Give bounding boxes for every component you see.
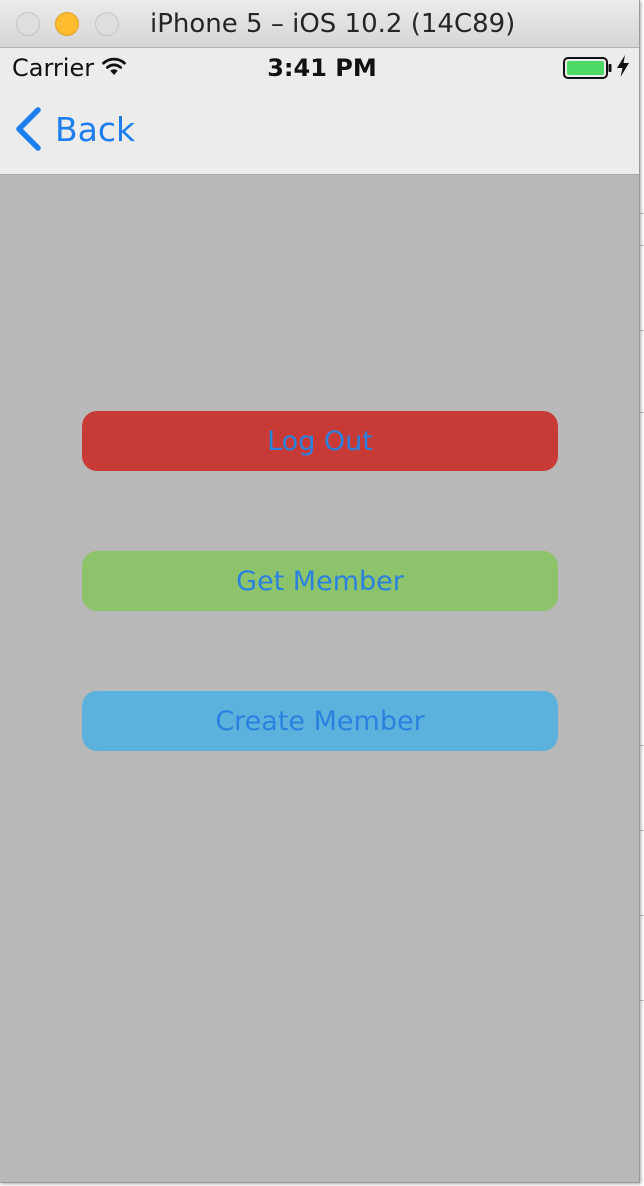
create-member-button[interactable]: Create Member <box>82 691 558 751</box>
window-title: iPhone 5 – iOS 10.2 (14C89) <box>150 9 516 39</box>
window-titlebar[interactable]: iPhone 5 – iOS 10.2 (14C89) <box>0 0 639 48</box>
close-window-button[interactable] <box>16 12 40 36</box>
ios-status-bar: Carrier 3:41 PM <box>0 48 639 86</box>
get-member-button[interactable]: Get Member <box>82 551 558 611</box>
status-time: 3:41 PM <box>267 54 377 82</box>
background-edge-mark <box>640 245 644 246</box>
battery-icon <box>563 57 612 79</box>
simulator-window: iPhone 5 – iOS 10.2 (14C89) Carrier 3:41… <box>0 0 640 1183</box>
background-edge-mark <box>640 213 644 214</box>
charging-bolt-icon <box>617 55 629 77</box>
background-edge-mark <box>640 412 644 413</box>
background-edge-mark <box>640 745 644 746</box>
chevron-left-icon <box>16 107 41 151</box>
minimize-window-button[interactable] <box>55 12 79 36</box>
back-button[interactable]: Back <box>14 106 135 152</box>
background-edge-mark <box>640 1000 644 1001</box>
log-out-button[interactable]: Log Out <box>82 411 558 471</box>
zoom-window-button[interactable] <box>95 12 119 36</box>
background-edge <box>640 0 644 1186</box>
background-edge-mark <box>640 830 644 831</box>
background-edge-mark <box>640 330 644 331</box>
main-content: Log Out Get Member Create Member <box>0 175 639 1182</box>
background-edge-mark <box>640 915 644 916</box>
back-button-label: Back <box>55 109 136 149</box>
navigation-bar: Back <box>0 86 639 175</box>
